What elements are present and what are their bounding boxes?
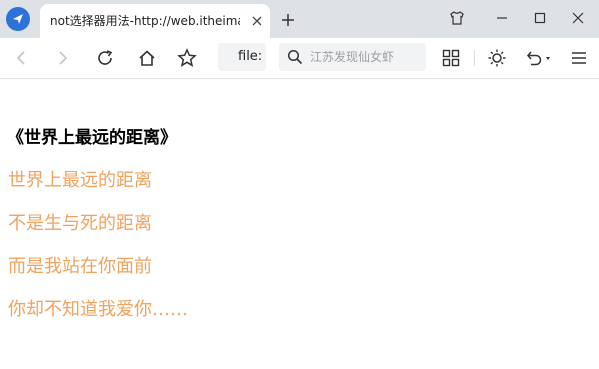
browser-tab[interactable]: not选择器用法-http://web.itheima — [40, 4, 270, 38]
maximize-icon[interactable] — [530, 8, 550, 28]
close-icon[interactable] — [250, 14, 264, 28]
browser-window: not选择器用法-http://web.itheima file: 江苏发现仙女… — [0, 0, 599, 369]
poem-line-2: 不是生与死的距离 — [8, 213, 152, 234]
search-input[interactable]: 江苏发现仙女虾 — [279, 43, 426, 71]
plus-icon[interactable] — [280, 12, 296, 28]
toolbar-divider — [474, 50, 475, 66]
apps-grid-icon[interactable] — [441, 48, 461, 68]
poem-line-3: 而是我站在你面前 — [8, 256, 152, 277]
bookmark-star-icon[interactable] — [177, 48, 197, 68]
address-bar[interactable]: file: — [218, 43, 266, 71]
brightness-sun-icon[interactable] — [487, 48, 507, 68]
home-icon[interactable] — [137, 48, 157, 68]
minimize-icon[interactable] — [492, 8, 512, 28]
skin-shirt-icon[interactable] — [447, 8, 467, 28]
refresh-icon[interactable] — [95, 48, 115, 68]
back-arrow-icon[interactable] — [11, 48, 31, 68]
forward-arrow-icon[interactable] — [53, 48, 73, 68]
menu-hamburger-icon[interactable] — [569, 48, 589, 68]
page-heading: 《世界上最远的距离》 — [7, 128, 177, 148]
page-content: 《世界上最远的距离》 世界上最远的距离 不是生与死的距离 而是我站在你面前 你却… — [0, 79, 599, 369]
window-close-icon[interactable] — [568, 8, 588, 28]
tab-title: not选择器用法-http://web.itheima — [50, 14, 240, 28]
paper-plane-logo-icon[interactable] — [6, 7, 30, 31]
tab-bar: not选择器用法-http://web.itheima — [0, 0, 599, 38]
search-icon — [287, 49, 303, 65]
poem-line-4: 你却不知道我爱你…… — [8, 299, 188, 320]
search-placeholder: 江苏发现仙女虾 — [310, 50, 395, 64]
undo-dropdown-icon[interactable] — [526, 48, 554, 68]
toolbar: file: 江苏发现仙女虾 — [0, 38, 599, 79]
address-url[interactable]: file: — [238, 49, 262, 65]
poem-line-1: 世界上最远的距离 — [8, 170, 152, 191]
